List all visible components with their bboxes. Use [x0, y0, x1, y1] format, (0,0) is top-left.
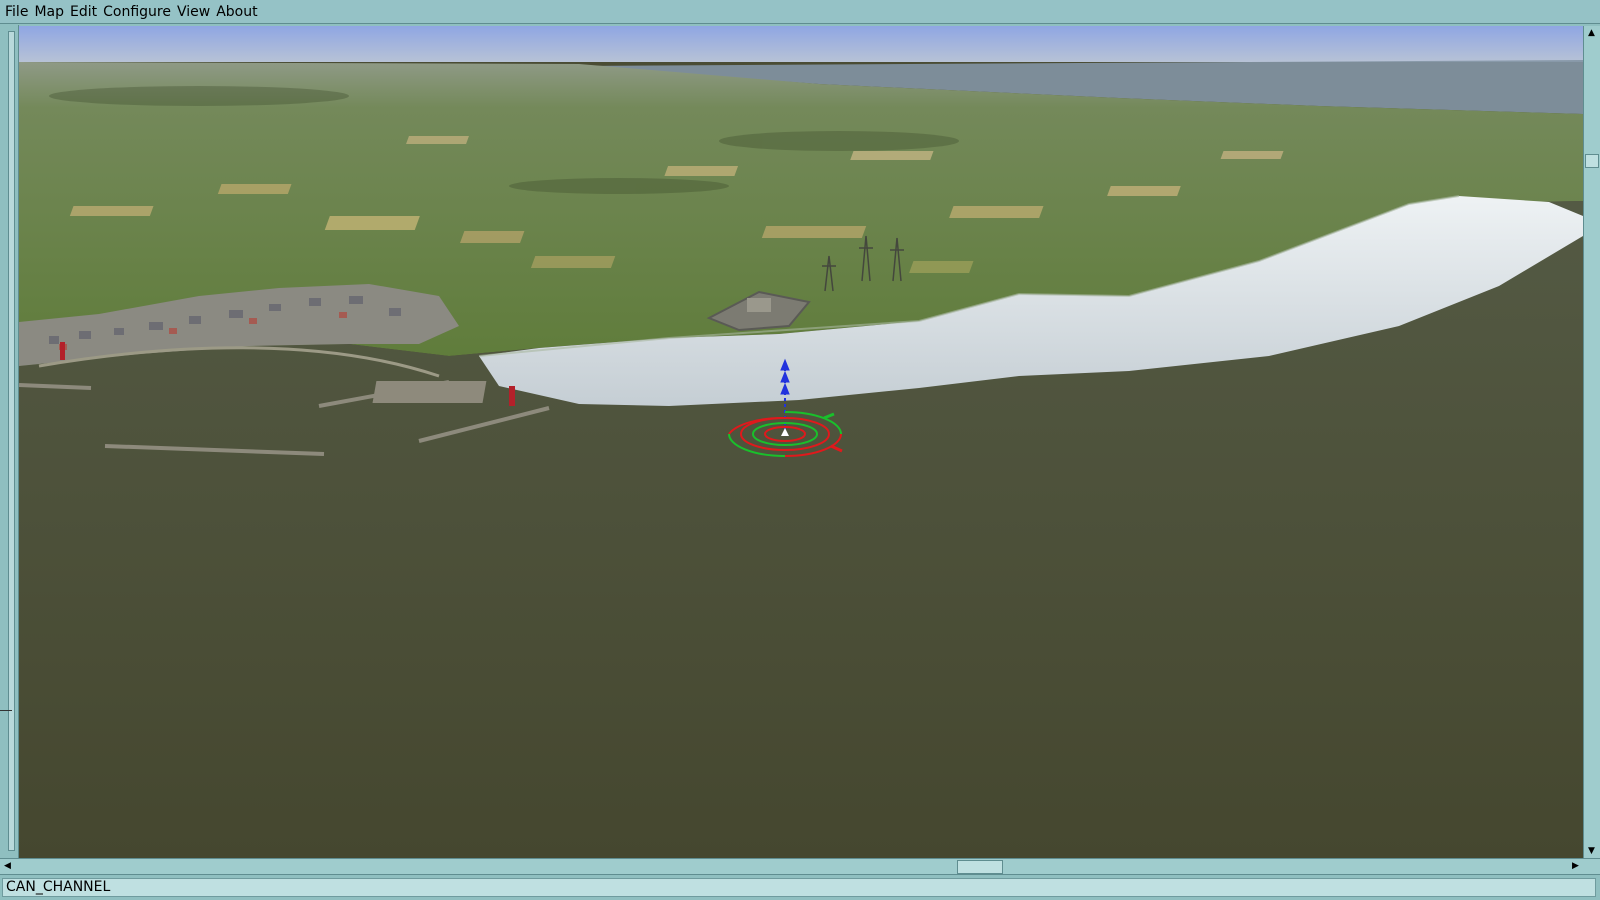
menu-file[interactable]: File: [3, 1, 32, 23]
left-panel-splitter[interactable]: [0, 25, 19, 858]
menu-map[interactable]: Map: [32, 1, 68, 23]
menu-about[interactable]: About: [214, 1, 261, 23]
horizontal-scroll-thumb[interactable]: [957, 860, 1003, 874]
scroll-down-icon[interactable]: ▼: [1584, 844, 1599, 858]
terrain-scene[interactable]: [19, 26, 1583, 858]
status-bar: CAN_CHANNEL: [0, 874, 1600, 900]
red-crane-left: [60, 342, 65, 360]
horizontal-scrollbar[interactable]: ◀ ▶: [0, 858, 1600, 874]
splitter-track: [8, 31, 15, 851]
vertical-scroll-thumb[interactable]: [1585, 154, 1599, 168]
menu-edit[interactable]: Edit: [68, 1, 101, 23]
vertical-scrollbar[interactable]: ▲ ▼: [1583, 26, 1600, 858]
sky: [19, 26, 1583, 62]
map-name-status: CAN_CHANNEL: [2, 878, 1596, 897]
map-3d-viewport[interactable]: [19, 26, 1583, 858]
scroll-right-icon[interactable]: ▶: [1568, 859, 1583, 873]
menu-configure[interactable]: Configure: [101, 1, 175, 23]
scroll-up-icon[interactable]: ▲: [1584, 26, 1599, 40]
red-crane: [509, 386, 515, 406]
splitter-handle[interactable]: [0, 710, 12, 711]
pier-head: [372, 381, 487, 403]
scroll-left-icon[interactable]: ◀: [0, 859, 15, 873]
menu-view[interactable]: View: [175, 1, 214, 23]
menu-bar: File Map Edit Configure View About: [0, 0, 1600, 24]
